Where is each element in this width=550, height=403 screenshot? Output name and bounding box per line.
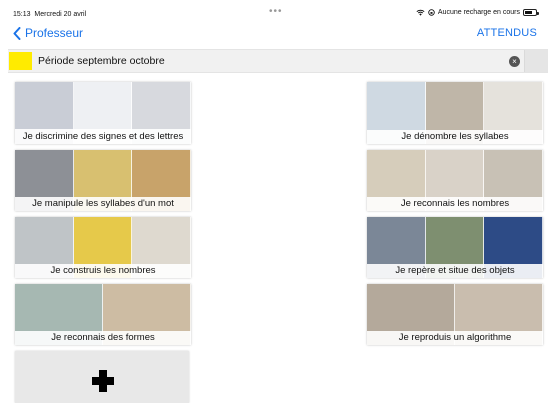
period-title[interactable]: Période septembre octobre bbox=[38, 55, 165, 67]
card-label: Je dénombre les syllabes bbox=[367, 130, 543, 144]
add-card-button[interactable] bbox=[15, 351, 189, 403]
charging-status: Aucune recharge en cours bbox=[437, 9, 520, 16]
status-datetime: 15:13 Mercredi 20 avril bbox=[13, 11, 86, 18]
card-label: Je discrimine des signes et des lettres bbox=[15, 129, 191, 144]
orientation-lock-icon bbox=[428, 9, 435, 16]
card-label: Je manipule les syllabes d'un mot bbox=[15, 197, 191, 211]
period-side-box[interactable] bbox=[524, 50, 548, 72]
status-bar: 15:13 Mercredi 20 avril ••• Aucune recha… bbox=[0, 0, 550, 22]
card-formes[interactable]: Je reconnais des formes bbox=[15, 284, 191, 345]
card-label: Je reconnais des formes bbox=[15, 331, 191, 345]
card-denombre[interactable]: Je dénombre les syllabes bbox=[367, 82, 543, 144]
back-button[interactable]: Professeur bbox=[13, 26, 83, 40]
battery-icon bbox=[523, 9, 539, 16]
card-algorithme[interactable]: Je reproduis un algorithme bbox=[367, 284, 543, 345]
card-manipule[interactable]: Je manipule les syllabes d'un mot bbox=[15, 150, 191, 211]
attendus-button[interactable]: ATTENDUS bbox=[477, 27, 537, 39]
status-date: Mercredi 20 avril bbox=[34, 11, 87, 18]
clear-icon[interactable]: × bbox=[509, 56, 520, 67]
plus-icon bbox=[92, 370, 114, 392]
navigation-bar: Professeur ATTENDUS bbox=[0, 22, 550, 48]
back-label: Professeur bbox=[25, 26, 84, 40]
card-label: Je repère et situe des objets bbox=[367, 264, 543, 278]
period-color-swatch[interactable] bbox=[9, 52, 32, 70]
multitasking-dots[interactable]: ••• bbox=[269, 6, 283, 17]
card-label: Je reconnais les nombres bbox=[367, 197, 543, 211]
wifi-icon bbox=[416, 9, 425, 16]
chevron-left-icon bbox=[13, 26, 21, 40]
card-discrimine[interactable]: Je discrimine des signes et des lettres bbox=[15, 82, 191, 144]
status-right: Aucune recharge en cours bbox=[416, 9, 539, 16]
period-bar: Période septembre octobre × bbox=[8, 49, 548, 73]
card-label: Je construis les nombres bbox=[15, 264, 191, 278]
card-label: Je reproduis un algorithme bbox=[367, 331, 543, 345]
card-construis[interactable]: Je construis les nombres bbox=[15, 217, 191, 278]
status-time: 15:13 bbox=[13, 11, 31, 18]
card-reconnais-nombres[interactable]: Je reconnais les nombres bbox=[367, 150, 543, 211]
card-repere[interactable]: Je repère et situe des objets bbox=[367, 217, 543, 278]
